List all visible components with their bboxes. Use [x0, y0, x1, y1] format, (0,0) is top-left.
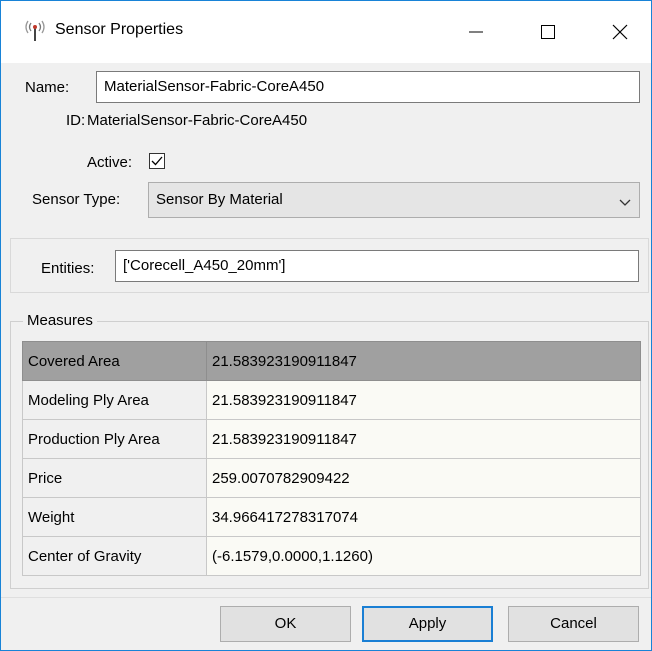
id-label: ID:	[66, 112, 86, 129]
apply-button[interactable]: Apply	[362, 606, 493, 642]
sensor-antenna-icon	[23, 19, 47, 43]
table-row[interactable]: Covered Area 21.583923190911847	[22, 341, 641, 381]
measure-key[interactable]: Price	[22, 458, 207, 498]
cancel-button[interactable]: Cancel	[508, 606, 639, 642]
sensor-type-select[interactable]: Sensor By Material	[148, 182, 640, 218]
measure-key[interactable]: Production Ply Area	[22, 419, 207, 459]
window-title: Sensor Properties	[55, 21, 184, 38]
close-icon	[612, 24, 628, 40]
measure-key[interactable]: Covered Area	[22, 341, 207, 381]
id-value: MaterialSensor-Fabric-CoreA450	[87, 112, 308, 129]
measure-value[interactable]: 21.583923190911847	[206, 341, 641, 381]
active-checkbox[interactable]	[149, 153, 165, 169]
minimize-button[interactable]	[453, 1, 499, 63]
name-label: Name:	[25, 79, 70, 96]
chevron-down-icon	[619, 195, 631, 212]
table-row[interactable]: Production Ply Area 21.583923190911847	[22, 419, 641, 459]
measures-title: Measures	[23, 312, 97, 329]
measure-key[interactable]: Weight	[22, 497, 207, 537]
active-label: Active:	[87, 154, 133, 171]
sensor-type-value: Sensor By Material	[156, 191, 283, 208]
title-bar[interactable]: Sensor Properties	[1, 1, 651, 63]
measure-key[interactable]: Modeling Ply Area	[22, 380, 207, 420]
measure-key[interactable]: Center of Gravity	[22, 536, 207, 576]
minimize-icon	[469, 31, 483, 33]
measures-table: Covered Area 21.583923190911847 Modeling…	[22, 341, 641, 576]
measure-value[interactable]: 34.966417278317074	[206, 497, 641, 537]
ok-button[interactable]: OK	[220, 606, 351, 642]
sensor-type-label: Sensor Type:	[32, 191, 121, 208]
close-button[interactable]	[597, 1, 643, 63]
table-row[interactable]: Weight 34.966417278317074	[22, 497, 641, 537]
sensor-properties-dialog: Sensor Properties Name: MaterialSensor-F…	[0, 0, 652, 651]
table-row[interactable]: Price 259.0070782909422	[22, 458, 641, 498]
measure-value[interactable]: 21.583923190911847	[206, 380, 641, 420]
maximize-button[interactable]	[525, 1, 571, 63]
checkmark-icon	[151, 156, 163, 166]
name-input[interactable]: MaterialSensor-Fabric-CoreA450	[96, 71, 640, 103]
measure-value[interactable]: (-6.1579,0.0000,1.1260)	[206, 536, 641, 576]
measure-value[interactable]: 21.583923190911847	[206, 419, 641, 459]
maximize-icon	[541, 25, 555, 39]
table-row[interactable]: Center of Gravity (-6.1579,0.0000,1.1260…	[22, 536, 641, 576]
entities-input[interactable]: ['Corecell_A450_20mm']	[115, 250, 639, 282]
entities-label: Entities:	[41, 260, 95, 277]
measure-value[interactable]: 259.0070782909422	[206, 458, 641, 498]
footer-divider	[1, 597, 651, 598]
table-row[interactable]: Modeling Ply Area 21.583923190911847	[22, 380, 641, 420]
